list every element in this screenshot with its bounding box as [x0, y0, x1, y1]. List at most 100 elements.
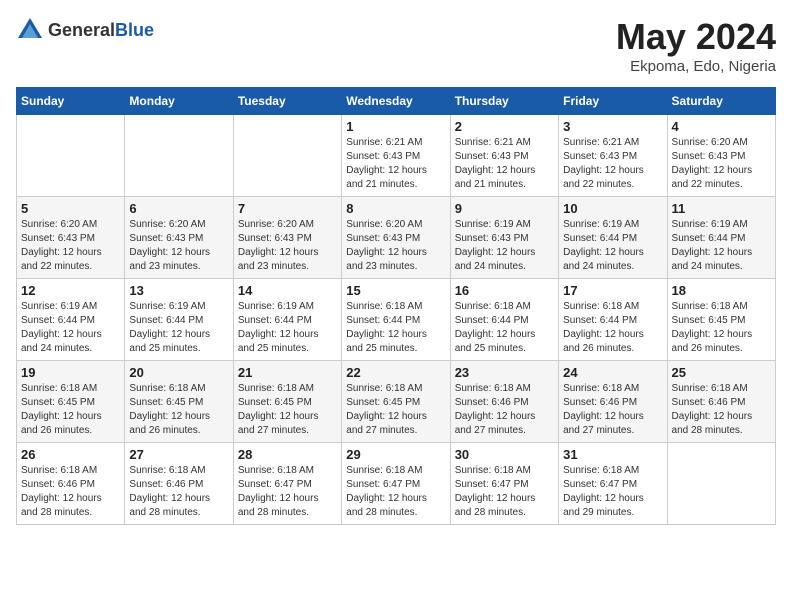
logo: GeneralBlue: [16, 16, 154, 44]
table-row: 22 Sunrise: 6:18 AM Sunset: 6:45 PM Dayli…: [342, 361, 450, 443]
day-info: Sunrise: 6:21 AM Sunset: 6:43 PM Dayligh…: [563, 136, 662, 192]
title-block: May 2024 Ekpoma, Edo, Nigeria: [616, 16, 776, 75]
table-row: 28Sunrise: 6:18 AM Sunset: 6:47 PM Dayli…: [233, 443, 341, 525]
day-number: 10: [563, 201, 662, 216]
logo-icon: [16, 16, 44, 44]
day-info: Sunrise: 6:18 AM Sunset: 6:45 PM Dayligh…: [21, 382, 120, 438]
day-number: 12: [21, 283, 120, 298]
table-row: 1Sunrise: 6:21 AM Sunset: 6:43 PM Daylig…: [342, 115, 450, 197]
day-number: 14: [238, 283, 337, 298]
day-info: Sunrise: 6:19 AM Sunset: 6:44 PM Dayligh…: [129, 300, 228, 356]
day-info: Sunrise: 6:18 AM Sunset: 6:47 PM Dayligh…: [563, 464, 662, 520]
table-row: 7 Sunrise: 6:20 AM Sunset: 6:43 PM Daylig…: [233, 197, 341, 279]
calendar-week-row: 5Sunrise: 6:20 AM Sunset: 6:43 PM Daylig…: [17, 197, 776, 279]
table-row: 20Sunrise: 6:18 AM Sunset: 6:45 PM Dayli…: [125, 361, 233, 443]
table-row: 30 Sunrise: 6:18 AM Sunset: 6:47 PM Dayli…: [450, 443, 558, 525]
day-number: 30: [455, 447, 554, 462]
day-number: 28: [238, 447, 337, 462]
table-row: 11Sunrise: 6:19 AM Sunset: 6:44 PM Dayli…: [667, 197, 775, 279]
header-friday: Friday: [559, 88, 667, 115]
table-row: 5Sunrise: 6:20 AM Sunset: 6:43 PM Daylig…: [17, 197, 125, 279]
day-number: 24: [563, 365, 662, 380]
table-row: 21 Sunrise: 6:18 AM Sunset: 6:45 PM Dayli…: [233, 361, 341, 443]
day-info: Sunrise: 6:18 AM Sunset: 6:45 PM Dayligh…: [672, 300, 771, 356]
day-number: 9: [455, 201, 554, 216]
day-number: 31: [563, 447, 662, 462]
calendar-header-row: Sunday Monday Tuesday Wednesday Thursday…: [17, 88, 776, 115]
table-row: 26 Sunrise: 6:18 AM Sunset: 6:46 PM Dayli…: [17, 443, 125, 525]
day-info: Sunrise: 6:18 AM Sunset: 6:45 PM Dayligh…: [238, 382, 337, 438]
day-number: 15: [346, 283, 445, 298]
table-row: 16 Sunrise: 6:18 AM Sunset: 6:44 PM Dayli…: [450, 279, 558, 361]
table-row: 29Sunrise: 6:18 AM Sunset: 6:47 PM Dayli…: [342, 443, 450, 525]
table-row: [233, 115, 341, 197]
table-row: 25 Sunrise: 6:18 AM Sunset: 6:46 PM Dayli…: [667, 361, 775, 443]
day-number: 7: [238, 201, 337, 216]
day-number: 18: [672, 283, 771, 298]
day-info: Sunrise: 6:18 AM Sunset: 6:44 PM Dayligh…: [346, 300, 445, 356]
day-number: 3: [563, 119, 662, 134]
table-row: 6Sunrise: 6:20 AM Sunset: 6:43 PM Daylig…: [125, 197, 233, 279]
header-wednesday: Wednesday: [342, 88, 450, 115]
day-info: Sunrise: 6:18 AM Sunset: 6:44 PM Dayligh…: [455, 300, 554, 356]
table-row: 17Sunrise: 6:18 AM Sunset: 6:44 PM Dayli…: [559, 279, 667, 361]
day-info: Sunrise: 6:19 AM Sunset: 6:43 PM Dayligh…: [455, 218, 554, 274]
day-number: 20: [129, 365, 228, 380]
table-row: 31 Sunrise: 6:18 AM Sunset: 6:47 PM Dayli…: [559, 443, 667, 525]
day-info: Sunrise: 6:18 AM Sunset: 6:45 PM Dayligh…: [346, 382, 445, 438]
logo-text-general: General: [48, 20, 115, 40]
day-info: Sunrise: 6:18 AM Sunset: 6:46 PM Dayligh…: [21, 464, 120, 520]
day-info: Sunrise: 6:20 AM Sunset: 6:43 PM Dayligh…: [238, 218, 337, 274]
day-number: 23: [455, 365, 554, 380]
header-thursday: Thursday: [450, 88, 558, 115]
logo-text-blue: Blue: [115, 20, 154, 40]
table-row: [667, 443, 775, 525]
title-location: Ekpoma, Edo, Nigeria: [616, 58, 776, 75]
day-info: Sunrise: 6:20 AM Sunset: 6:43 PM Dayligh…: [129, 218, 228, 274]
title-month: May 2024: [616, 16, 776, 58]
calendar-week-row: 19 Sunrise: 6:18 AM Sunset: 6:45 PM Dayli…: [17, 361, 776, 443]
header-sunday: Sunday: [17, 88, 125, 115]
table-row: 23Sunrise: 6:18 AM Sunset: 6:46 PM Dayli…: [450, 361, 558, 443]
day-number: 25: [672, 365, 771, 380]
table-row: 15 Sunrise: 6:18 AM Sunset: 6:44 PM Dayli…: [342, 279, 450, 361]
day-info: Sunrise: 6:21 AM Sunset: 6:43 PM Dayligh…: [346, 136, 445, 192]
table-row: [17, 115, 125, 197]
table-row: 10 Sunrise: 6:19 AM Sunset: 6:44 PM Dayli…: [559, 197, 667, 279]
day-info: Sunrise: 6:18 AM Sunset: 6:44 PM Dayligh…: [563, 300, 662, 356]
header-tuesday: Tuesday: [233, 88, 341, 115]
day-info: Sunrise: 6:20 AM Sunset: 6:43 PM Dayligh…: [21, 218, 120, 274]
day-info: Sunrise: 6:20 AM Sunset: 6:43 PM Dayligh…: [672, 136, 771, 192]
calendar-table: Sunday Monday Tuesday Wednesday Thursday…: [16, 87, 776, 525]
day-number: 4: [672, 119, 771, 134]
day-info: Sunrise: 6:18 AM Sunset: 6:46 PM Dayligh…: [672, 382, 771, 438]
calendar-week-row: 12 Sunrise: 6:19 AM Sunset: 6:44 PM Dayli…: [17, 279, 776, 361]
day-number: 29: [346, 447, 445, 462]
table-row: 2 Sunrise: 6:21 AM Sunset: 6:43 PM Daylig…: [450, 115, 558, 197]
calendar-week-row: 26 Sunrise: 6:18 AM Sunset: 6:46 PM Dayli…: [17, 443, 776, 525]
day-number: 19: [21, 365, 120, 380]
table-row: 9 Sunrise: 6:19 AM Sunset: 6:43 PM Daylig…: [450, 197, 558, 279]
table-row: [125, 115, 233, 197]
header-monday: Monday: [125, 88, 233, 115]
table-row: 8Sunrise: 6:20 AM Sunset: 6:43 PM Daylig…: [342, 197, 450, 279]
day-number: 11: [672, 201, 771, 216]
day-number: 2: [455, 119, 554, 134]
table-row: 27Sunrise: 6:18 AM Sunset: 6:46 PM Dayli…: [125, 443, 233, 525]
day-number: 16: [455, 283, 554, 298]
day-number: 26: [21, 447, 120, 462]
day-info: Sunrise: 6:19 AM Sunset: 6:44 PM Dayligh…: [563, 218, 662, 274]
day-number: 21: [238, 365, 337, 380]
day-number: 27: [129, 447, 228, 462]
table-row: 24Sunrise: 6:18 AM Sunset: 6:46 PM Dayli…: [559, 361, 667, 443]
table-row: 19 Sunrise: 6:18 AM Sunset: 6:45 PM Dayli…: [17, 361, 125, 443]
day-info: Sunrise: 6:20 AM Sunset: 6:43 PM Dayligh…: [346, 218, 445, 274]
day-number: 13: [129, 283, 228, 298]
page-header: GeneralBlue May 2024 Ekpoma, Edo, Nigeri…: [16, 16, 776, 75]
day-info: Sunrise: 6:19 AM Sunset: 6:44 PM Dayligh…: [238, 300, 337, 356]
day-info: Sunrise: 6:18 AM Sunset: 6:47 PM Dayligh…: [455, 464, 554, 520]
table-row: 3 Sunrise: 6:21 AM Sunset: 6:43 PM Daylig…: [559, 115, 667, 197]
table-row: 4 Sunrise: 6:20 AM Sunset: 6:43 PM Daylig…: [667, 115, 775, 197]
day-number: 22: [346, 365, 445, 380]
day-info: Sunrise: 6:21 AM Sunset: 6:43 PM Dayligh…: [455, 136, 554, 192]
